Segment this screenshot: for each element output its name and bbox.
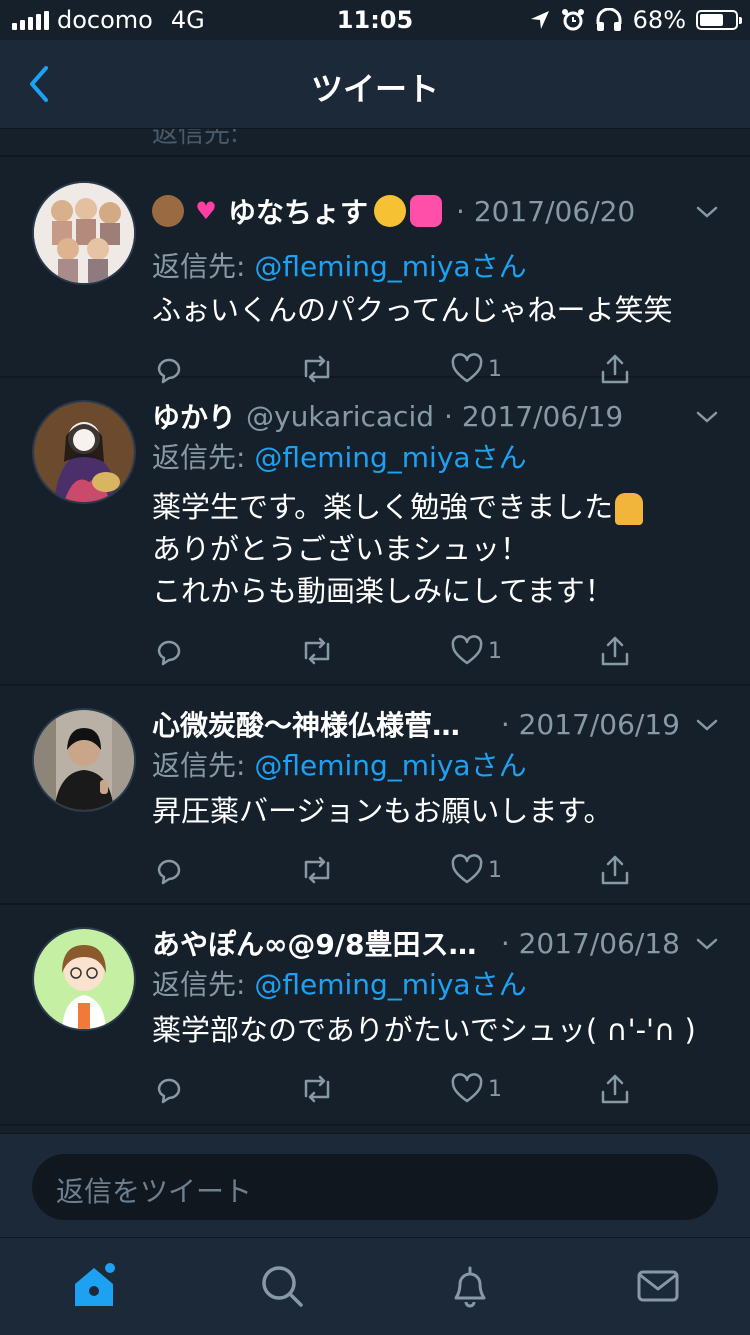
battery-icon — [696, 10, 742, 30]
location-icon — [530, 11, 549, 29]
reply-to-link[interactable]: @fleming_miyaさん — [254, 250, 526, 283]
tweet-date: · 2017/06/19 — [500, 707, 680, 741]
monkey-emoji-icon — [152, 195, 184, 227]
tweet-text: 薬学部なのでありがたいでシュッ( ∩'-'∩ ) — [152, 1013, 696, 1047]
retweet-button[interactable] — [298, 631, 336, 671]
tweet[interactable]: ♥ ゆなちょす · 2017/06/20 返信先: @fleming_miyaさ… — [0, 157, 750, 384]
heart-icon — [451, 1073, 483, 1103]
share-button[interactable] — [598, 850, 632, 890]
tweet[interactable]: ゆかり @yukaricacid · 2017/06/19 返信先: @flem… — [0, 378, 750, 686]
share-icon — [601, 1074, 629, 1104]
reply-input-placeholder: 返信をツイート — [56, 1175, 253, 1208]
hearts-emoji-icon: ♥ — [195, 197, 217, 225]
praying-hands-emoji-icon — [615, 493, 644, 525]
reply-to-link[interactable]: @fleming_miyaさん — [254, 749, 526, 782]
search-icon[interactable] — [258, 1262, 306, 1310]
share-icon — [601, 855, 629, 885]
page-title: ツイート — [310, 70, 439, 108]
tweet-author-name[interactable]: あやぽん∞@9/8豊田スタ… — [152, 923, 491, 963]
tweet-date: · 2017/06/18 — [500, 926, 680, 960]
reply-prefix: 返信先: — [152, 968, 246, 1001]
heart-emoji-icon — [410, 195, 443, 227]
retweet-icon — [304, 637, 330, 665]
kiss-emoji-icon — [374, 195, 407, 227]
home-icon[interactable] — [70, 1262, 118, 1310]
share-button[interactable] — [598, 631, 632, 671]
headphones-icon — [596, 8, 622, 31]
chevron-down-icon[interactable] — [694, 199, 720, 225]
reply-button[interactable] — [152, 631, 186, 671]
avatar[interactable] — [32, 927, 136, 1031]
retweet-icon — [304, 856, 330, 884]
reply-to-line: 返信先: @fleming_miyaさん — [152, 245, 527, 285]
tweet-text: 薬学生です。楽しく勉強できました ありがとうございまシュッ！ これからも動画楽し… — [152, 486, 720, 612]
like-count: 1 — [488, 638, 502, 664]
reply-icon — [157, 640, 181, 666]
avatar[interactable] — [32, 708, 136, 812]
like-count: 1 — [488, 1076, 502, 1102]
share-icon — [601, 636, 629, 666]
messages-icon[interactable] — [634, 1262, 682, 1310]
tweet-actions: 1 — [152, 631, 652, 671]
tweet-date: · 2017/06/19 — [444, 399, 624, 433]
tweet-author-handle[interactable]: @yukaricacid — [246, 400, 434, 433]
reply-prefix: 返信先: — [152, 749, 246, 782]
tweet-author-name[interactable]: 心微炭酸〜神様仏様菅田… — [152, 704, 475, 744]
tweet-text: 昇圧薬バージョンもお願いします。 — [152, 794, 613, 828]
reply-to-line: 返信先: @fleming_miyaさん — [152, 963, 527, 1003]
tweet-actions: 1 — [152, 850, 652, 890]
like-button[interactable]: 1 — [450, 850, 502, 890]
heart-icon — [451, 854, 483, 884]
retweet-button[interactable] — [298, 850, 336, 890]
tweet[interactable]: 心微炭酸〜神様仏様菅田… · 2017/06/19 返信先: @fleming_… — [0, 686, 750, 905]
reply-to-link[interactable]: @fleming_miyaさん — [254, 441, 526, 474]
tweet-author-name[interactable]: ゆかり — [152, 396, 236, 436]
tab-bar — [0, 1237, 750, 1335]
nav-bar: ツイート — [0, 40, 750, 129]
reply-to-line: 返信先: @fleming_miyaさん — [152, 744, 527, 784]
reply-feed[interactable]: 返信先: ♥ ゆなちょす · 2017/06/20 返信先: @fleming_… — [0, 129, 750, 1133]
chevron-down-icon[interactable] — [694, 931, 720, 957]
alarm-icon — [561, 9, 584, 31]
reply-button[interactable] — [152, 1069, 186, 1109]
notifications-icon[interactable] — [446, 1262, 494, 1310]
like-count: 1 — [488, 857, 502, 883]
previous-tweet-peek: 返信先: — [0, 129, 750, 157]
chevron-down-icon[interactable] — [694, 712, 720, 738]
reply-to-link[interactable]: @fleming_miyaさん — [254, 968, 526, 1001]
reply-composer-bar: 返信をツイート — [0, 1133, 750, 1238]
avatar[interactable] — [32, 400, 136, 504]
reply-to-line: 返信先: @fleming_miyaさん — [152, 436, 527, 476]
tweet-text: ふぉいくんのパクってんじゃねーよ笑笑 — [152, 293, 673, 327]
status-bar: docomo 4G 11:05 68% — [0, 0, 750, 40]
reply-prefix: 返信先: — [152, 250, 246, 283]
like-button[interactable]: 1 — [450, 631, 502, 671]
reply-prefix: 返信先: — [152, 441, 246, 474]
reply-icon — [157, 859, 181, 885]
battery-percent: 68% — [632, 6, 686, 34]
tweet-author-name[interactable]: ゆなちょす — [228, 191, 368, 231]
heart-icon — [451, 635, 483, 665]
avatar[interactable] — [32, 181, 136, 285]
reply-button[interactable] — [152, 850, 186, 890]
chevron-down-icon[interactable] — [694, 404, 720, 430]
reply-icon — [157, 1078, 181, 1104]
like-button[interactable]: 1 — [450, 1069, 502, 1109]
retweet-icon — [304, 1075, 330, 1103]
reply-input[interactable]: 返信をツイート — [32, 1154, 718, 1220]
tweet-date: · 2017/06/20 — [456, 194, 636, 228]
tweet-actions: 1 — [152, 1069, 652, 1109]
share-button[interactable] — [598, 1069, 632, 1109]
tweet[interactable]: あやぽん∞@9/8豊田スタ… · 2017/06/18 返信先: @flemin… — [0, 905, 750, 1126]
retweet-button[interactable] — [298, 1069, 336, 1109]
